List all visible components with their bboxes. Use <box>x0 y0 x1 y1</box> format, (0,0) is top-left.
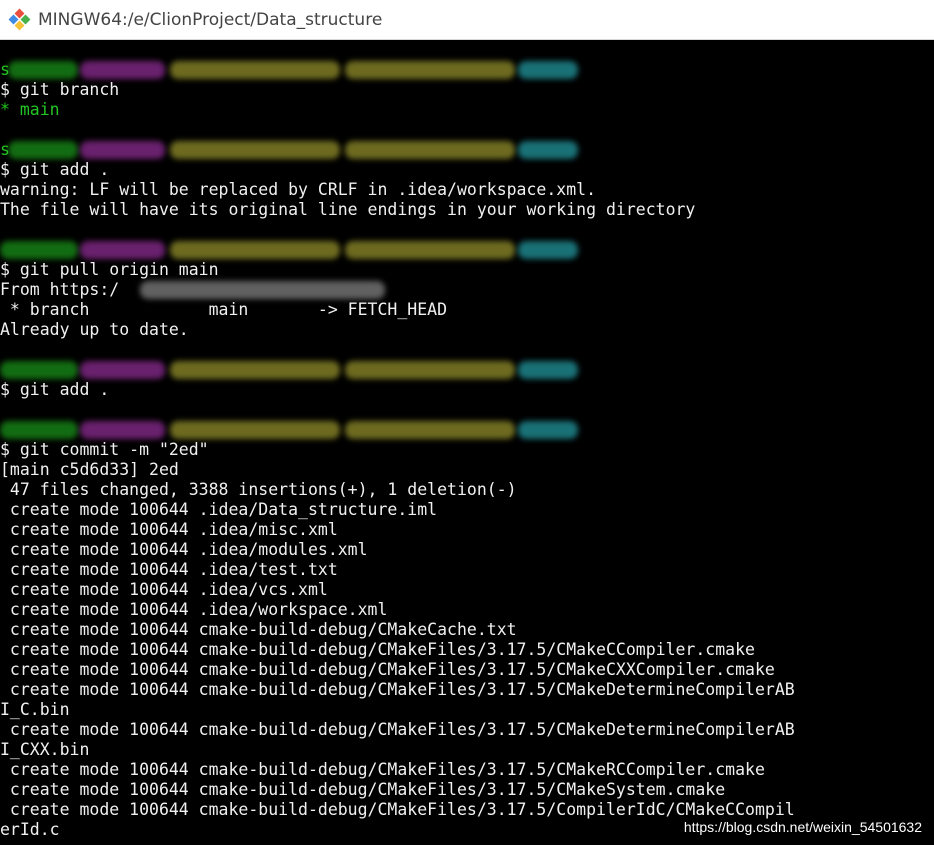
redacted-prompt <box>170 141 340 159</box>
redacted-prompt <box>518 241 578 259</box>
output-line: create mode 100644 cmake-build-debug/CMa… <box>0 760 765 779</box>
output-line: create mode 100644 .idea/vcs.xml <box>0 580 328 599</box>
redacted-prompt <box>80 61 165 79</box>
redacted-prompt <box>345 61 515 79</box>
redacted-prompt <box>8 141 78 159</box>
output-text: From https:/ <box>0 280 120 299</box>
command-line: $ git add . <box>0 160 110 179</box>
redacted-prompt <box>170 361 340 379</box>
output-line: create mode 100644 .idea/Data_structure.… <box>0 500 438 519</box>
redacted-url <box>140 281 385 299</box>
command-line: $ git add . <box>0 380 110 399</box>
redacted-prompt <box>80 141 165 159</box>
redacted-prompt <box>8 61 78 79</box>
prompt-line <box>0 360 934 380</box>
prompt-line: s <box>0 60 934 80</box>
output-line: create mode 100644 cmake-build-debug/CMa… <box>0 780 726 799</box>
output-line: create mode 100644 .idea/modules.xml <box>0 540 368 559</box>
redacted-prompt <box>80 241 165 259</box>
output-line: * branch main -> FETCH_HEAD <box>0 300 448 319</box>
watermark: https://blog.csdn.net/weixin_54501632 <box>681 819 924 835</box>
prompt-line <box>0 240 934 260</box>
redacted-prompt <box>0 421 78 439</box>
prompt-line: s <box>0 140 934 160</box>
output-line: [main c5d6d33] 2ed <box>0 460 179 479</box>
redacted-prompt <box>518 61 578 79</box>
output-line: create mode 100644 cmake-build-debug/CMa… <box>0 640 755 659</box>
output-line: create mode 100644 cmake-build-debug/CMa… <box>0 680 795 699</box>
redacted-prompt <box>345 141 515 159</box>
redacted-prompt <box>80 361 165 379</box>
title-bar[interactable]: MINGW64:/e/ClionProject/Data_structure <box>0 0 934 40</box>
redacted-prompt <box>0 361 78 379</box>
output-line: create mode 100644 .idea/test.txt <box>0 560 338 579</box>
terminal-output[interactable]: s $ git branch * main s $ git add . warning: … <box>0 60 934 840</box>
command-line: $ git branch <box>0 80 120 99</box>
redacted-prompt <box>518 421 578 439</box>
command-line: $ git pull origin main <box>0 260 219 279</box>
output-line: 47 files changed, 3388 insertions(+), 1 … <box>0 480 517 499</box>
redacted-prompt <box>170 241 340 259</box>
redacted-prompt <box>345 421 515 439</box>
redacted-prompt <box>345 241 515 259</box>
redacted-prompt <box>170 421 340 439</box>
output-line: I_C.bin <box>0 700 70 719</box>
output-line: create mode 100644 .idea/misc.xml <box>0 520 338 539</box>
output-line: Already up to date. <box>0 320 189 339</box>
redacted-prompt <box>518 141 578 159</box>
output-line: * main <box>0 100 60 119</box>
redacted-prompt <box>345 361 515 379</box>
output-line: I_CXX.bin <box>0 740 90 759</box>
output-line: From https:/ <box>0 280 934 300</box>
output-line: create mode 100644 cmake-build-debug/CMa… <box>0 720 795 739</box>
output-line: create mode 100644 cmake-build-debug/CMa… <box>0 620 517 639</box>
output-line: warning: LF will be replaced by CRLF in … <box>0 180 597 199</box>
output-line: create mode 100644 cmake-build-debug/CMa… <box>0 660 775 679</box>
output-line: The file will have its original line end… <box>0 200 696 219</box>
window-title: MINGW64:/e/ClionProject/Data_structure <box>38 9 383 30</box>
redacted-prompt <box>170 61 340 79</box>
redacted-prompt <box>518 361 578 379</box>
redacted-prompt <box>0 241 78 259</box>
output-line: create mode 100644 .idea/workspace.xml <box>0 600 388 619</box>
output-line: create mode 100644 cmake-build-debug/CMa… <box>0 800 795 819</box>
prompt-line <box>0 420 934 440</box>
redacted-prompt <box>80 421 165 439</box>
git-bash-window: MINGW64:/e/ClionProject/Data_structure s… <box>0 0 934 845</box>
command-line: $ git commit -m "2ed" <box>0 440 209 459</box>
git-bash-icon <box>8 8 31 30</box>
